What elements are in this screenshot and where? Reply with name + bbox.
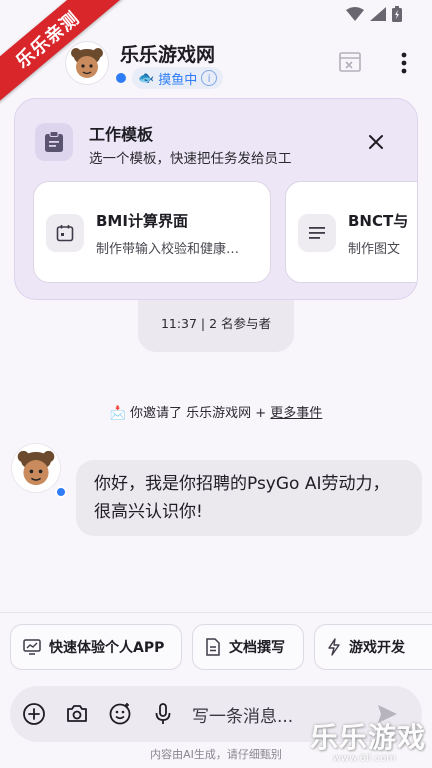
- site-watermark: 乐乐游戏: [309, 721, 426, 754]
- chip-label: 游戏开发: [349, 640, 405, 656]
- chip-label: 快速体验个人APP: [49, 640, 165, 656]
- status-badge[interactable]: 🐟 摸鱼中 i: [132, 67, 224, 89]
- event-line: 📩 你邀请了 乐乐游戏网 + 更多事件: [0, 402, 432, 421]
- template-card-desc: 制作带输入校验和健康…: [96, 242, 240, 257]
- divider: [0, 612, 432, 613]
- event-text: 你邀请了 乐乐游戏网 +: [130, 406, 271, 421]
- clipboard-icon: [35, 123, 73, 161]
- status-icons: [346, 6, 402, 22]
- page-title: 乐乐游戏网: [120, 44, 216, 66]
- work-template-panel: 工作模板 选一个模板，快速把任务发给员工 BMI计算界面 制作带输入校验和健康……: [14, 98, 418, 300]
- chip-game-dev[interactable]: 游戏开发: [314, 624, 432, 670]
- info-icon[interactable]: i: [201, 70, 218, 86]
- online-dot: [116, 73, 126, 83]
- template-panel-subtitle: 选一个模板，快速把任务发给员工: [89, 151, 292, 167]
- wifi-icon: [346, 7, 364, 21]
- battery-icon: [392, 6, 402, 22]
- calendar-icon: [46, 214, 84, 252]
- close-icon[interactable]: [365, 131, 387, 153]
- envelope-icon: 📩: [109, 406, 126, 421]
- site-watermark-url: www.6ll.com: [332, 753, 396, 764]
- more-events-link[interactable]: 更多事件: [270, 406, 322, 421]
- session-info-text: 11:37 | 2 名参与者: [160, 316, 272, 331]
- cartoon-avatar-icon: [66, 42, 108, 84]
- chip-quick-app[interactable]: 快速体验个人APP: [10, 624, 182, 670]
- status-label: 摸鱼中: [158, 72, 198, 88]
- template-card-bmi[interactable]: BMI计算界面 制作带输入校验和健康…: [33, 181, 271, 283]
- more-vertical-icon[interactable]: [392, 50, 416, 76]
- avatar[interactable]: [66, 42, 108, 84]
- presence-status: 🐟 摸鱼中 i: [116, 67, 224, 89]
- signal-icon: [370, 7, 386, 21]
- message-avatar[interactable]: [12, 444, 60, 492]
- template-card-bnct[interactable]: BNCT与 制作图文: [285, 181, 417, 283]
- emoji-icon[interactable]: [108, 702, 132, 726]
- fish-icon: 🐟: [138, 70, 155, 86]
- microphone-icon[interactable]: [151, 702, 175, 726]
- cartoon-avatar-icon: [12, 444, 60, 492]
- bolt-icon: [328, 638, 340, 656]
- message-bubble[interactable]: 你好，我是你招聘的PsyGo AI劳动力，很高兴认识你!: [76, 460, 422, 536]
- template-panel-title: 工作模板: [89, 125, 154, 144]
- add-icon[interactable]: [22, 702, 46, 726]
- chip-label: 文档撰写: [229, 640, 285, 656]
- template-card-title: BMI计算界面: [96, 212, 188, 230]
- lines-icon: [298, 214, 336, 252]
- template-card-list: BMI计算界面 制作带输入校验和健康… BNCT与 制作图文: [33, 181, 417, 285]
- document-icon: [206, 638, 220, 656]
- session-info-pill: 11:37 | 2 名参与者: [138, 300, 294, 352]
- monitor-chart-icon: [23, 639, 41, 655]
- online-dot: [55, 486, 67, 498]
- side-panel-icon[interactable]: [338, 50, 362, 74]
- template-card-desc: 制作图文: [348, 242, 401, 257]
- camera-icon[interactable]: [65, 702, 89, 726]
- message-input[interactable]: 写一条消息...: [192, 702, 293, 727]
- template-card-title: BNCT与: [348, 212, 409, 230]
- chip-doc-writing[interactable]: 文档撰写: [192, 624, 304, 670]
